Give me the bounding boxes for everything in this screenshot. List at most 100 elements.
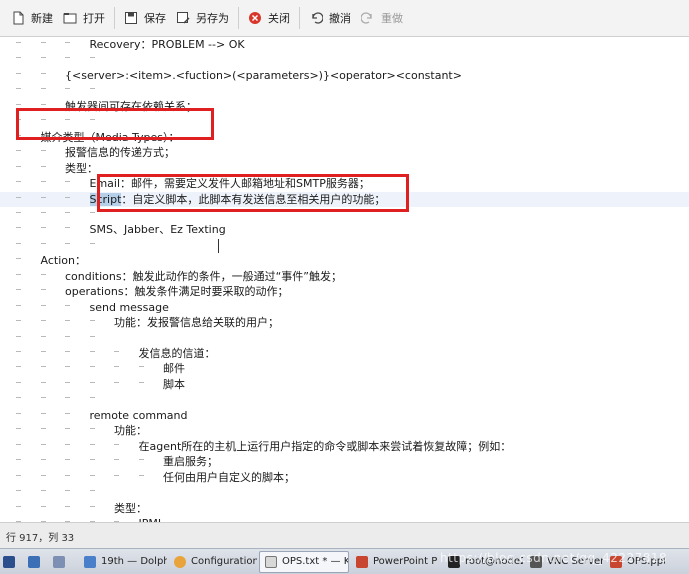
tab-marker — [89, 397, 95, 399]
text-editor[interactable]: Recovery：PROBLEM --> OK {<server>:<item>.… — [0, 37, 689, 522]
tab-marker — [40, 57, 46, 59]
text-file-icon — [265, 555, 277, 568]
tab-marker — [16, 242, 21, 244]
close-button[interactable]: 关闭 — [243, 4, 295, 32]
tab-marker — [65, 242, 70, 244]
editor-line[interactable]: 任何由用户自定义的脚本； — [0, 470, 689, 485]
save-as-button[interactable]: 另存为 — [171, 4, 234, 32]
tab-marker — [40, 459, 46, 461]
new-button[interactable]: 新建 — [6, 4, 58, 32]
editor-line[interactable] — [0, 52, 689, 67]
task-dolphin[interactable]: 19th — Dolphin — [79, 551, 167, 573]
tab-marker — [89, 88, 95, 90]
editor-line-text: 报警信息的传递方式； — [65, 146, 175, 160]
editor-line[interactable]: 功能： — [0, 423, 689, 438]
start-menu-icon — [3, 555, 15, 568]
tab-marker — [16, 335, 21, 337]
tab-marker — [89, 57, 95, 59]
tab-marker — [40, 72, 46, 74]
task-label: Configuration — [191, 556, 257, 567]
editor-line[interactable] — [0, 485, 689, 500]
tab-marker — [89, 335, 95, 337]
tab-marker — [89, 381, 95, 383]
tab-marker — [89, 242, 95, 244]
tab-marker — [65, 42, 70, 43]
editor-line-text: operations：触发条件满足时要采取的动作； — [65, 285, 289, 299]
tab-marker — [40, 165, 46, 167]
editor-line[interactable] — [0, 238, 689, 253]
tab-marker — [40, 351, 46, 352]
tab-marker — [40, 88, 46, 90]
tab-marker — [16, 397, 21, 399]
tab-marker — [65, 397, 70, 399]
save-as-label: 另存为 — [196, 12, 229, 25]
tab-marker — [40, 273, 46, 275]
editor-line[interactable]: remote command — [0, 408, 689, 423]
editor-line-text: 类型： — [114, 501, 147, 515]
editor-line[interactable]: operations：触发条件满足时要采取的动作； — [0, 284, 689, 299]
redo-button[interactable]: 重做 — [356, 4, 408, 32]
editor-line-text: 在agent所在的主机上运行用户指定的命令或脚本来尝试着恢复故障；例如： — [138, 439, 512, 453]
editor-line[interactable] — [0, 331, 689, 346]
task-configuration[interactable]: Configuration — [169, 551, 257, 573]
editor-line[interactable]: 类型： — [0, 501, 689, 516]
tab-marker — [16, 412, 21, 414]
tab-marker — [16, 459, 21, 461]
editor-line[interactable]: {<server>:<item>.<fuction>(<parameters>)… — [0, 68, 689, 83]
tab-marker — [65, 381, 70, 383]
show-desktop-button[interactable] — [25, 551, 48, 573]
editor-line[interactable]: Action： — [0, 253, 689, 268]
undo-icon — [309, 11, 324, 25]
tab-marker — [65, 505, 70, 507]
save-button[interactable]: 保存 — [119, 4, 171, 32]
editor-line[interactable]: SMS、Jabber、Ez Texting — [0, 222, 689, 237]
tab-marker — [16, 320, 21, 322]
tab-marker — [16, 381, 21, 383]
editor-line-text: send message — [89, 300, 169, 314]
editor-line[interactable]: 报警信息的传递方式； — [0, 145, 689, 160]
tab-marker — [16, 443, 21, 445]
open-button[interactable]: 打开 — [58, 4, 110, 32]
editor-line[interactable]: 重启服务； — [0, 454, 689, 469]
tab-marker — [65, 211, 70, 213]
tab-marker — [114, 351, 119, 352]
tab-marker — [114, 474, 119, 476]
pager-button[interactable] — [50, 551, 73, 573]
desktop-icon — [28, 555, 40, 568]
tab-marker — [16, 505, 21, 507]
editor-line[interactable]: 发信息的信道： — [0, 346, 689, 361]
tab-marker — [40, 381, 46, 383]
editor-line[interactable]: 在agent所在的主机上运行用户指定的命令或脚本来尝试着恢复故障；例如： — [0, 439, 689, 454]
editor-line[interactable]: 脚本 — [0, 377, 689, 392]
tab-marker — [16, 258, 21, 260]
highlight-box — [97, 174, 409, 212]
browser-icon — [174, 555, 186, 568]
tab-marker — [65, 459, 70, 461]
new-label: 新建 — [31, 12, 53, 25]
tab-marker — [16, 181, 21, 183]
editor-line[interactable]: 功能：发报警信息给关联的用户； — [0, 315, 689, 330]
editor-line[interactable]: conditions：触发此动作的条件，一般通过“事件”触发； — [0, 269, 689, 284]
start-menu-button[interactable] — [0, 551, 23, 573]
tab-marker — [114, 459, 119, 461]
task-powerpoint[interactable]: PowerPoint P — [351, 551, 441, 573]
editor-line[interactable] — [0, 83, 689, 98]
editor-line[interactable]: Recovery：PROBLEM --> OK — [0, 37, 689, 52]
tab-marker — [65, 335, 70, 337]
tab-marker — [65, 88, 70, 90]
tab-marker — [138, 366, 144, 368]
undo-button[interactable]: 撤消 — [304, 4, 356, 32]
tab-marker — [65, 443, 70, 445]
editor-line[interactable]: 邮件 — [0, 361, 689, 376]
tab-marker — [16, 103, 21, 105]
task-ops-txt[interactable]: OPS.txt * — K — [259, 550, 349, 573]
tab-marker — [138, 381, 144, 383]
tab-marker — [40, 227, 46, 229]
editor-line-text: conditions：触发此动作的条件，一般通过“事件”触发； — [65, 269, 342, 283]
new-file-icon — [11, 11, 25, 25]
tab-marker — [138, 459, 144, 461]
tab-marker — [40, 150, 46, 152]
editor-line[interactable] — [0, 392, 689, 407]
editor-line[interactable]: send message — [0, 300, 689, 315]
task-label: OPS.txt * — K — [282, 556, 349, 567]
